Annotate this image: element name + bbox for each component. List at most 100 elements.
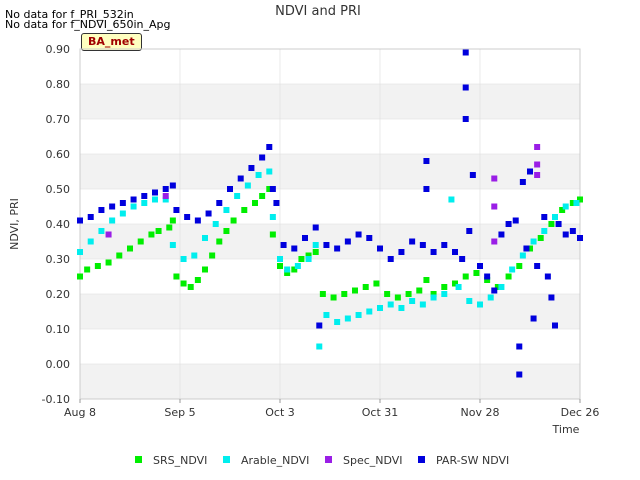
data-point — [423, 186, 430, 192]
data-point — [527, 168, 533, 175]
data-point — [366, 235, 373, 241]
data-point — [541, 228, 548, 234]
data-point — [334, 245, 341, 252]
data-point — [248, 165, 255, 171]
data-point — [266, 168, 273, 175]
data-point — [384, 291, 391, 297]
data-point — [169, 182, 176, 189]
data-point — [162, 193, 169, 199]
data-point — [148, 231, 155, 238]
data-point — [419, 301, 426, 308]
data-point — [130, 196, 137, 203]
data-point — [466, 298, 473, 304]
data-point — [534, 263, 541, 269]
data-point — [141, 200, 148, 206]
data-point — [341, 291, 348, 297]
x-tick-label: Sep 5 — [164, 406, 195, 419]
data-point — [162, 186, 169, 192]
data-point — [305, 256, 312, 262]
data-point — [312, 242, 319, 248]
data-point — [230, 217, 237, 224]
data-point — [387, 301, 394, 308]
data-point — [269, 214, 276, 220]
data-point — [98, 207, 105, 213]
data-point — [323, 242, 330, 248]
data-point — [269, 231, 276, 238]
data-point — [491, 287, 498, 294]
data-point — [234, 193, 241, 199]
data-point — [505, 221, 512, 227]
y-tick-label: 0.40 — [46, 218, 71, 231]
data-point — [366, 308, 373, 315]
data-point — [105, 259, 112, 266]
data-point — [430, 294, 437, 301]
data-point — [141, 193, 148, 199]
data-point — [173, 273, 180, 280]
data-point — [377, 245, 383, 252]
data-point — [180, 280, 187, 287]
data-point — [312, 224, 319, 231]
data-point — [562, 231, 569, 238]
data-point — [344, 315, 351, 322]
data-point — [294, 263, 301, 269]
y-tick-label: 0.90 — [46, 43, 71, 56]
plot-band — [80, 84, 580, 119]
data-point — [259, 154, 266, 161]
legend: SRS_NDVI Arable_NDVI Spec_NDVI PAR-SW NDVI — [135, 454, 509, 467]
legend-label: PAR-SW NDVI — [436, 454, 509, 467]
data-point — [77, 217, 83, 224]
data-point — [394, 294, 401, 301]
data-point — [119, 210, 126, 217]
data-point — [491, 203, 498, 210]
legend-swatch — [135, 456, 142, 463]
data-point — [398, 305, 405, 311]
data-point — [109, 203, 116, 210]
data-point — [152, 196, 158, 203]
data-point — [130, 203, 137, 210]
data-point — [98, 228, 105, 234]
data-point — [119, 200, 126, 206]
data-point — [419, 242, 426, 248]
data-point — [344, 238, 351, 245]
data-point — [355, 312, 362, 318]
data-point — [323, 312, 330, 318]
data-point — [277, 256, 283, 262]
data-point — [77, 273, 83, 280]
data-point — [519, 252, 526, 259]
data-point — [462, 49, 469, 56]
data-point — [487, 294, 494, 301]
y-axis-label: NDVI, PRI — [8, 198, 21, 250]
data-point — [352, 287, 358, 294]
data-point — [466, 228, 473, 234]
data-point — [541, 214, 548, 220]
data-point — [491, 238, 498, 245]
data-point — [552, 214, 558, 220]
data-point — [548, 221, 555, 227]
data-point — [516, 371, 523, 378]
data-point — [298, 256, 305, 262]
data-point — [505, 273, 512, 280]
x-tick-label: Dec 26 — [561, 406, 600, 419]
data-point — [109, 217, 116, 224]
data-point — [530, 238, 537, 245]
data-point — [166, 224, 173, 231]
data-point — [469, 172, 476, 178]
data-point — [398, 249, 405, 255]
x-tick-label: Nov 28 — [461, 406, 500, 419]
data-point — [534, 161, 541, 168]
legend-label: SRS_NDVI — [153, 454, 207, 467]
data-point — [152, 189, 158, 196]
data-point — [498, 284, 505, 290]
data-point — [227, 186, 233, 192]
data-point — [416, 287, 423, 294]
data-point — [205, 210, 212, 217]
data-point — [573, 200, 580, 206]
data-point — [452, 249, 458, 255]
data-point — [462, 84, 469, 91]
data-point — [137, 238, 144, 245]
data-point — [223, 207, 230, 213]
data-point — [555, 221, 562, 227]
y-tick-label: 0.20 — [46, 288, 71, 301]
data-point — [530, 315, 537, 322]
x-tick-label: Oct 31 — [362, 406, 399, 419]
